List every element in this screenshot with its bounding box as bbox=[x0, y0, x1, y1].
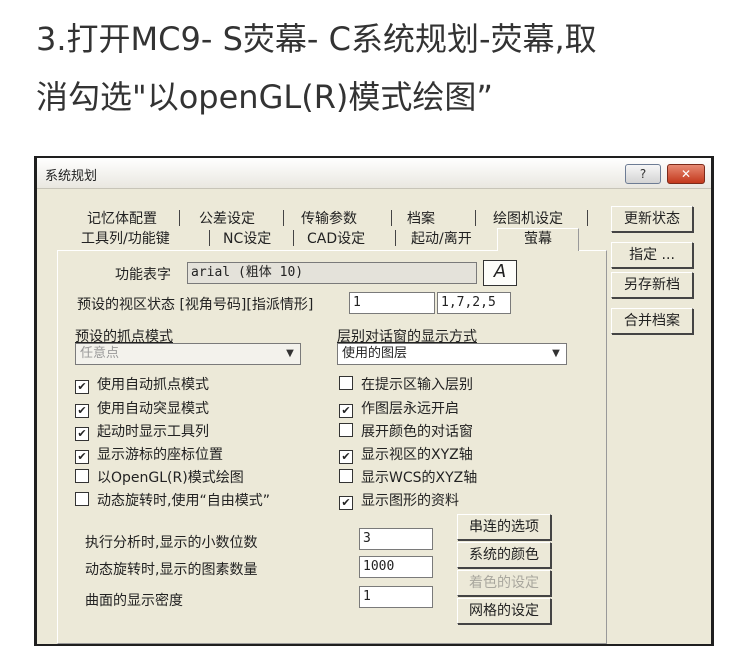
font-picker-icon[interactable]: A bbox=[483, 260, 517, 286]
checkbox-label: 动态旋转时,使用“自由模式” bbox=[97, 493, 270, 509]
assign-button[interactable]: 指定 ... bbox=[611, 242, 693, 268]
tab-divider bbox=[209, 230, 210, 246]
checkbox-wcs-xyz[interactable]: 显示WCS的XYZ轴 bbox=[339, 467, 477, 487]
surface-density-input[interactable]: 1 bbox=[359, 586, 433, 608]
font-field[interactable]: arial (粗体 10) bbox=[187, 262, 477, 284]
tab-divider bbox=[475, 210, 476, 226]
article-text: 3.打开MC9- S荧幕- C系统规划-荧幕,取 消勾选"以openGL(R)模… bbox=[36, 10, 726, 126]
checkbox-box[interactable] bbox=[339, 423, 353, 437]
article-line-1: 3.打开MC9- S荧幕- C系统规划-荧幕,取 bbox=[36, 20, 597, 58]
surface-density-label: 曲面的显示密度 bbox=[85, 593, 183, 609]
checkbox-free-rotate[interactable]: 动态旋转时,使用“自由模式” bbox=[75, 490, 270, 510]
checkbox-label: 使用自动突显模式 bbox=[97, 401, 209, 417]
font-label: 功能表字 bbox=[115, 267, 171, 283]
snap-mode-select: 任意点 ▼ bbox=[75, 343, 301, 365]
checkbox-auto-snap[interactable]: ✔ 使用自动抓点模式 bbox=[75, 374, 209, 394]
view-assign-input[interactable]: 1,7,2,5 bbox=[437, 292, 511, 314]
chain-options-button[interactable]: 串连的选项 bbox=[457, 514, 551, 540]
tab-divider bbox=[391, 210, 392, 226]
checkbox-box[interactable]: ✔ bbox=[75, 450, 89, 464]
rotate-count-input[interactable]: 1000 bbox=[359, 556, 433, 578]
tab-divider bbox=[293, 230, 294, 246]
dialog-title: 系统规划 bbox=[45, 169, 98, 184]
checkbox-auto-highlight[interactable]: ✔ 使用自动突显模式 bbox=[75, 398, 209, 418]
merge-file-button[interactable]: 合并档案 bbox=[611, 308, 693, 334]
tab-divider bbox=[587, 210, 588, 226]
tab-divider bbox=[283, 210, 284, 226]
system-colors-button[interactable]: 系统的颜色 bbox=[457, 542, 551, 568]
checkbox-label: 显示游标的座标位置 bbox=[97, 447, 223, 463]
checkbox-box[interactable] bbox=[75, 469, 89, 483]
rotate-count-label: 动态旋转时,显示的图素数量 bbox=[85, 562, 258, 578]
checkbox-label: 起动时显示工具列 bbox=[97, 424, 209, 440]
decimals-input[interactable]: 3 bbox=[359, 528, 433, 550]
chevron-down-icon: ▼ bbox=[286, 348, 294, 359]
layer-mode-value: 使用的图层 bbox=[342, 346, 408, 361]
checkbox-cursor-coords[interactable]: ✔ 显示游标的座标位置 bbox=[75, 444, 223, 464]
checkbox-box[interactable]: ✔ bbox=[75, 404, 89, 418]
checkbox-label: 在提示区输入层别 bbox=[361, 377, 473, 393]
checkbox-box[interactable]: ✔ bbox=[75, 380, 89, 394]
update-status-button[interactable]: 更新状态 bbox=[611, 206, 693, 232]
tab-plotter[interactable]: 绘图机设定 bbox=[493, 208, 563, 228]
shading-settings-button: 着色的设定 bbox=[457, 570, 551, 596]
checkbox-label: 作图层永远开启 bbox=[361, 401, 459, 417]
checkbox-entity-info[interactable]: ✔ 显示图形的资料 bbox=[339, 490, 459, 510]
tab-transfer[interactable]: 传输参数 bbox=[301, 208, 357, 228]
tab-divider bbox=[395, 230, 396, 246]
checkbox-box[interactable]: ✔ bbox=[339, 496, 353, 510]
checkbox-startup-toolbar[interactable]: ✔ 起动时显示工具列 bbox=[75, 421, 209, 441]
checkbox-label: 以OpenGL(R)模式绘图 bbox=[97, 470, 244, 486]
tab-cad[interactable]: CAD设定 bbox=[307, 228, 365, 248]
system-config-dialog: 系统规划 ? ✕ 记忆体配置 公差设定 传输参数 档案 绘图机设定 工具列/功能… bbox=[37, 158, 711, 644]
save-as-button[interactable]: 另存新档 bbox=[611, 272, 693, 298]
checkbox-box[interactable] bbox=[339, 469, 353, 483]
checkbox-box[interactable] bbox=[75, 492, 89, 506]
checkbox-label: 展开颜色的对话窗 bbox=[361, 424, 473, 440]
checkbox-box[interactable]: ✔ bbox=[339, 450, 353, 464]
tab-tolerance[interactable]: 公差设定 bbox=[199, 208, 255, 228]
article-line-2: 消勾选"以openGL(R)模式绘图” bbox=[36, 78, 493, 116]
close-button[interactable]: ✕ bbox=[667, 164, 705, 184]
checkbox-opengl[interactable]: 以OpenGL(R)模式绘图 bbox=[75, 467, 244, 487]
view-number-input[interactable]: 1 bbox=[349, 292, 435, 314]
checkbox-box[interactable]: ✔ bbox=[339, 404, 353, 418]
snap-mode-value: 任意点 bbox=[80, 346, 120, 361]
checkbox-label: 显示图形的资料 bbox=[361, 493, 459, 509]
checkbox-label: 显示WCS的XYZ轴 bbox=[361, 470, 478, 486]
checkbox-label: 使用自动抓点模式 bbox=[97, 377, 209, 393]
dialog-titlebar[interactable]: 系统规划 ? ✕ bbox=[37, 158, 711, 189]
checkbox-layer-always-on[interactable]: ✔ 作图层永远开启 bbox=[339, 398, 459, 418]
chevron-down-icon: ▼ bbox=[552, 348, 560, 359]
tab-startup[interactable]: 起动/离开 bbox=[411, 228, 472, 248]
checkbox-view-xyz[interactable]: ✔ 显示视区的XYZ轴 bbox=[339, 444, 473, 464]
tab-files[interactable]: 档案 bbox=[407, 208, 435, 228]
tab-toolbar[interactable]: 工具列/功能键 bbox=[81, 228, 170, 248]
layer-mode-select[interactable]: 使用的图层 ▼ bbox=[337, 343, 567, 365]
view-label: 预设的视区状态 [视角号码][指派情形] bbox=[77, 297, 314, 313]
tab-memory[interactable]: 记忆体配置 bbox=[87, 208, 157, 228]
checkbox-color-dialog[interactable]: 展开颜色的对话窗 bbox=[339, 421, 473, 441]
checkbox-label: 显示视区的XYZ轴 bbox=[361, 447, 473, 463]
checkbox-box[interactable] bbox=[339, 376, 353, 390]
checkbox-prompt-layer[interactable]: 在提示区输入层别 bbox=[339, 374, 473, 394]
tab-divider bbox=[179, 210, 180, 226]
help-button[interactable]: ? bbox=[625, 164, 661, 184]
decimals-label: 执行分析时,显示的小数位数 bbox=[85, 535, 258, 551]
tab-screen[interactable]: 萤幕 bbox=[497, 228, 579, 251]
checkbox-box[interactable]: ✔ bbox=[75, 427, 89, 441]
grid-settings-button[interactable]: 网格的设定 bbox=[457, 598, 551, 624]
tab-nc[interactable]: NC设定 bbox=[223, 228, 271, 248]
